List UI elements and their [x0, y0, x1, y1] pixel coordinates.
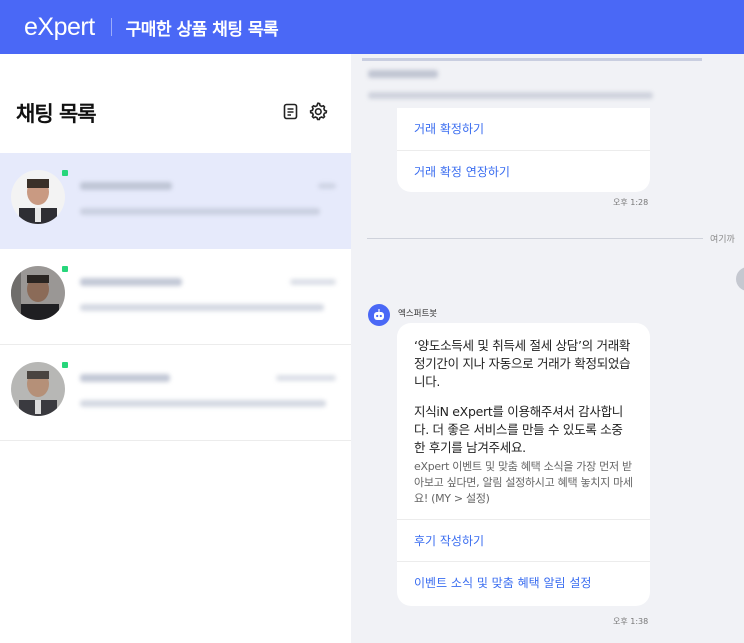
read-separator [367, 238, 703, 239]
expert-logo[interactable]: eXpert [24, 13, 95, 42]
message-time: 오후 1:28 [613, 198, 649, 207]
online-indicator [62, 266, 68, 272]
conversation-panel: 거래 확정하기 거래 확정 연장하기 오후 1:28 여기까 엑스퍼트봇 ‘양도… [351, 54, 744, 643]
message-note: eXpert 이벤트 및 맞춤 혜택 소식을 가장 먼저 받아보고 싶다면, 알… [414, 460, 633, 505]
chat-list [0, 153, 351, 441]
chat-list-item[interactable] [0, 153, 351, 249]
message-paragraph: ‘양도소득세 및 취득세 절세 상담’의 거래확정기간이 지나 자동으로 거래가… [414, 338, 631, 389]
scroll-button[interactable] [736, 267, 744, 291]
message-paragraph: 지식iN eXpert를 이용해주셔서 감사합니다. 더 좋은 서비스를 만들 … [414, 404, 623, 455]
page-title: 구매한 상품 채팅 목록 [125, 19, 279, 40]
notification-settings-button[interactable]: 이벤트 소식 및 맞춤 혜택 알림 설정 [397, 561, 650, 603]
avatar [11, 170, 65, 224]
top-strip [362, 58, 702, 61]
confirm-deal-button[interactable]: 거래 확정하기 [397, 108, 650, 150]
chat-list-title: 채팅 목록 [16, 102, 97, 126]
bot-message-bubble: ‘양도소득세 및 취득세 절세 상담’의 거래확정기간이 지나 자동으로 거래가… [397, 323, 650, 606]
message-time: 오후 1:38 [613, 617, 649, 626]
prev-message-bubble: 거래 확정하기 거래 확정 연장하기 [397, 108, 650, 192]
write-review-button[interactable]: 후기 작성하기 [397, 519, 650, 561]
bot-message-text: ‘양도소득세 및 취득세 절세 상담’의 거래확정기간이 지나 자동으로 거래가… [397, 323, 650, 519]
header-divider [110, 18, 112, 36]
extend-deal-button[interactable]: 거래 확정 연장하기 [397, 150, 650, 192]
gear-icon[interactable] [308, 101, 328, 121]
chat-list-panel: 채팅 목록 [0, 54, 351, 643]
online-indicator [62, 170, 68, 176]
chat-list-item[interactable] [0, 249, 351, 345]
avatar [11, 362, 65, 416]
bot-name: 엑스퍼트봇 [398, 309, 438, 319]
robot-icon [374, 309, 384, 320]
chat-list-item[interactable] [0, 345, 351, 441]
memo-icon[interactable] [280, 101, 300, 121]
read-separator-label: 여기까 [710, 235, 735, 245]
top-header: eXpert 구매한 상품 채팅 목록 [0, 0, 744, 54]
online-indicator [62, 362, 68, 368]
avatar [11, 266, 65, 320]
chat-list-toolbar [280, 101, 328, 121]
bot-avatar [368, 304, 390, 326]
